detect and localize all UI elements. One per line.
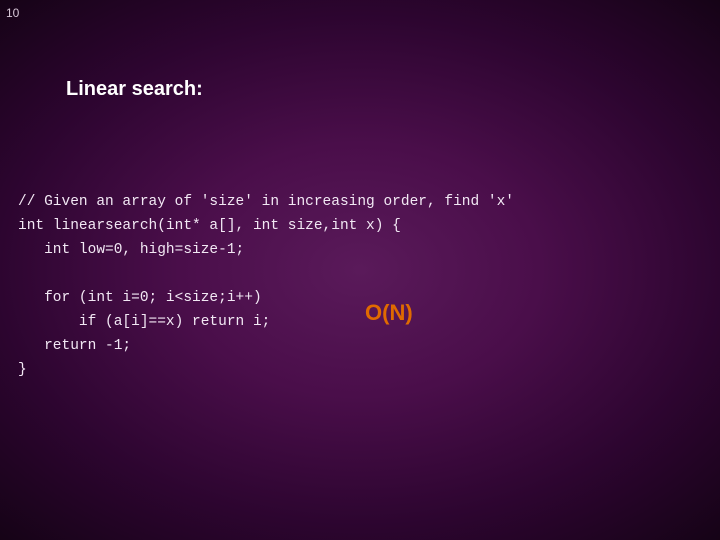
code-line: int linearsearch(int* a[], int size,int …: [18, 218, 401, 234]
slide-number: 10: [6, 6, 19, 20]
code-line: for (int i=0; i<size;i++): [18, 290, 262, 306]
code-line: }: [18, 362, 27, 378]
code-line: // Given an array of 'size' in increasin…: [18, 194, 514, 210]
code-block: // Given an array of 'size' in increasin…: [18, 190, 702, 382]
slide-title: Linear search:: [66, 78, 203, 101]
code-line: int low=0, high=size-1;: [18, 242, 244, 258]
code-line: if (a[i]==x) return i;: [18, 314, 270, 330]
code-line: return -1;: [18, 338, 131, 354]
complexity-label: O(N): [365, 300, 413, 326]
